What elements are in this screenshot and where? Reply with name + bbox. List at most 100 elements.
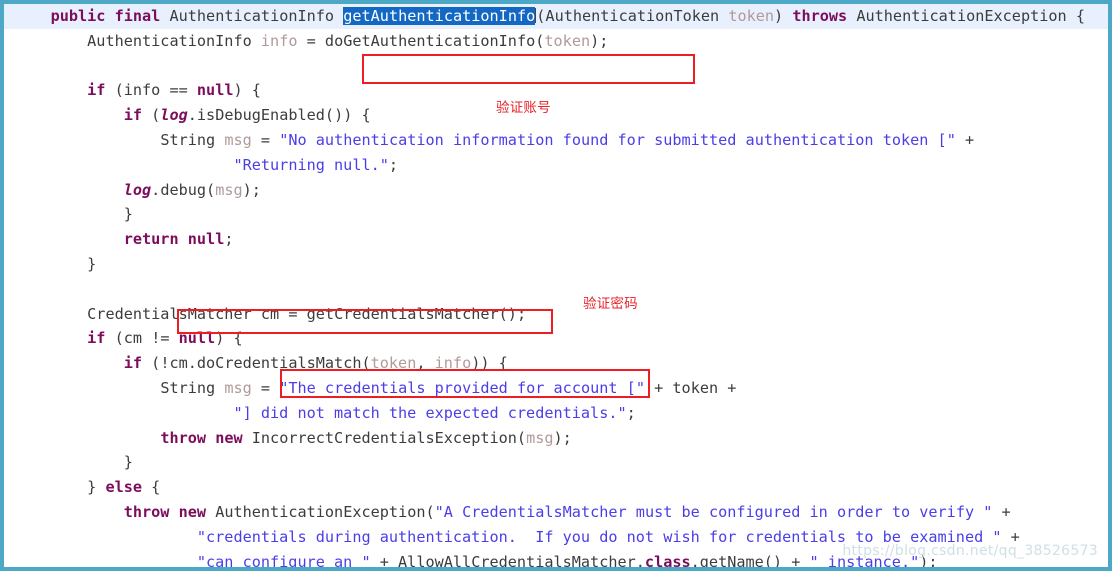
code-screenshot-window: public final AuthenticationInfo getAuthe…: [0, 0, 1112, 571]
code-token: throw: [123, 502, 170, 521]
code-line[interactable]: throw new AuthenticationException("A Cre…: [4, 500, 1108, 525]
watermark-text: https://blog.csdn.net/qq_38526573: [842, 543, 1098, 559]
code-token: IncorrectCredentialsException(: [242, 428, 527, 447]
code-token: (: [142, 106, 161, 125]
code-token: token: [370, 354, 417, 373]
code-line[interactable]: if (log.isDebugEnabled()) {: [4, 103, 1108, 128]
code-token: if: [87, 81, 106, 100]
code-line[interactable]: [4, 277, 1108, 302]
annotation-verify-account: 验证账号: [496, 100, 551, 116]
code-token: + AllowAllCredentialsMatcher.: [370, 552, 645, 567]
code-token: .getName() +: [690, 552, 810, 567]
code-line[interactable]: } else {: [4, 475, 1108, 500]
code-line[interactable]: }: [4, 202, 1108, 227]
code-line[interactable]: "Returning null.";: [4, 153, 1108, 178]
code-token: (!cm.doCredentialsMatch(: [142, 354, 371, 373]
code-token: =: [251, 130, 280, 149]
code-line[interactable]: throw new IncorrectCredentialsException(…: [4, 426, 1108, 451]
code-block[interactable]: public final AuthenticationInfo getAuthe…: [4, 4, 1108, 567]
code-token: "] did not match the expected credential…: [233, 403, 627, 422]
code-token: null: [196, 81, 234, 100]
code-token: "The credentials provided for account [": [279, 378, 645, 397]
code-token: cm: [260, 304, 280, 323]
code-token: {: [1066, 7, 1085, 25]
code-token: }: [14, 205, 133, 224]
code-token: doGetAuthenticationInfo: [324, 31, 536, 50]
code-token: ) {: [215, 329, 243, 348]
code-token: AuthenticationToken: [545, 7, 720, 25]
code-token: );: [553, 428, 572, 447]
code-token: if: [123, 354, 143, 373]
code-token: = getCredentialsMatcher();: [279, 304, 527, 323]
code-token: ==: [160, 81, 197, 100]
code-token: msg: [224, 378, 252, 397]
code-token: =: [251, 378, 280, 397]
code-token: null: [187, 230, 225, 249]
code-line[interactable]: String msg = "The credentials provided f…: [4, 376, 1108, 401]
code-line[interactable]: if (!cm.doCredentialsMatch(token, info))…: [4, 351, 1108, 376]
code-line[interactable]: "] did not match the expected credential…: [4, 401, 1108, 426]
code-token: .isDebugEnabled()) {: [187, 106, 371, 125]
code-token: new: [215, 428, 243, 447]
code-editor-surface[interactable]: public final AuthenticationInfo getAuthe…: [4, 4, 1108, 567]
code-token: }: [14, 453, 133, 472]
code-token: =: [297, 31, 325, 50]
annotation-verify-password: 验证密码: [583, 296, 638, 312]
code-token: +: [718, 378, 737, 397]
code-token: ;: [626, 403, 636, 422]
code-token: throw: [160, 428, 207, 447]
code-token: msg: [224, 130, 252, 149]
code-token: public: [50, 7, 106, 25]
code-line[interactable]: }: [4, 450, 1108, 475]
code-token: ;: [388, 155, 399, 174]
code-token: }: [14, 478, 106, 497]
code-line[interactable]: public final AuthenticationInfo getAuthe…: [4, 4, 1108, 29]
code-line[interactable]: if (cm != null) {: [4, 326, 1108, 351]
code-line[interactable]: log.debug(msg);: [4, 178, 1108, 203]
code-token: final: [114, 7, 161, 25]
code-token: "can configure an ": [196, 552, 371, 567]
code-line[interactable]: if (info == null) {: [4, 78, 1108, 103]
code-token: AuthenticationException(: [206, 502, 435, 521]
code-token: "No authentication information found for…: [279, 130, 956, 149]
code-token: class: [644, 552, 691, 567]
code-line[interactable]: String msg = "No authentication informat…: [4, 128, 1108, 153]
code-token: token: [728, 7, 775, 25]
code-token: else: [105, 478, 143, 497]
selected-token: getAuthenticationInfo: [343, 7, 536, 25]
code-line[interactable]: AuthenticationInfo info = doGetAuthentic…: [4, 29, 1108, 54]
code-line[interactable]: }: [4, 252, 1108, 277]
code-line[interactable]: [4, 54, 1108, 79]
code-token: "A CredentialsMatcher must be configured…: [434, 502, 993, 521]
code-token: return: [123, 230, 179, 249]
code-token: CredentialsMatcher: [87, 304, 252, 323]
code-token: {: [142, 478, 161, 497]
code-token: )) {: [471, 354, 508, 373]
code-token: +: [992, 502, 1011, 521]
code-token: ) {: [233, 81, 261, 100]
code-token: .debug(: [151, 180, 216, 199]
code-token: if: [87, 329, 106, 348]
code-line[interactable]: return null;: [4, 227, 1108, 252]
code-token: +: [955, 130, 975, 149]
code-line[interactable]: CredentialsMatcher cm = getCredentialsMa…: [4, 302, 1108, 327]
code-token: );: [590, 31, 609, 50]
code-token: AuthenticationInfo: [87, 31, 252, 50]
